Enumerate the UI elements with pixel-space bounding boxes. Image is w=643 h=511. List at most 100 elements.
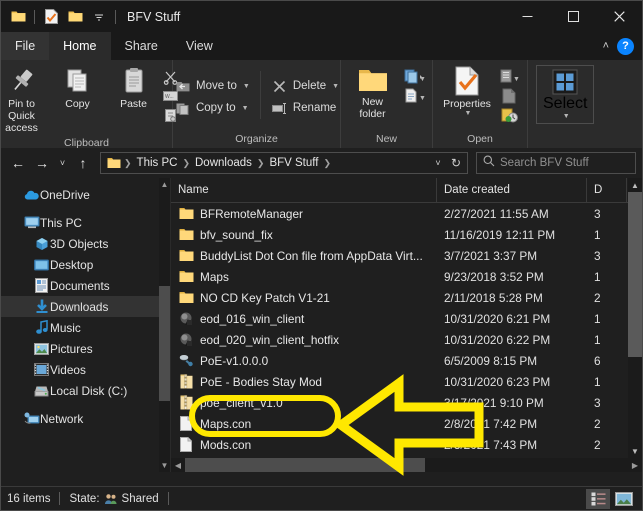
table-row[interactable]: BuddyList Dot Con file from AppData Virt… — [171, 245, 642, 266]
breadcrumb-sep-2[interactable]: ❯ — [256, 158, 266, 169]
move-to-dropdown-icon[interactable]: ▼ — [243, 83, 250, 90]
collapse-ribbon-icon[interactable]: ˄ — [603, 40, 609, 52]
folder-icon[interactable] — [7, 6, 29, 28]
sidebar-item-onedrive[interactable]: OneDrive — [1, 184, 170, 205]
sidebar-item-desktop[interactable]: Desktop — [1, 254, 170, 275]
large-icons-view-icon[interactable] — [612, 489, 636, 509]
new-folder-button[interactable]: New folder — [345, 63, 401, 123]
vscroll-up-icon[interactable]: ▲ — [628, 178, 642, 192]
tab-view[interactable]: View — [172, 32, 227, 60]
table-row[interactable]: NO CD Key Patch V1-21 2/11/2018 5:28 PM 2 — [171, 287, 642, 308]
tab-file[interactable]: File — [1, 32, 50, 60]
table-row[interactable]: BFRemoteManager 2/27/2021 11:55 AM 3 — [171, 203, 642, 224]
search-box[interactable]: Search BFV Stuff — [476, 152, 636, 174]
breadcrumb-sep-1[interactable]: ❯ — [181, 158, 191, 169]
sidebar-item-this-pc[interactable]: This PC — [1, 212, 170, 233]
sidebar-scroll-down-icon[interactable]: ▼ — [161, 459, 169, 472]
move-to-button[interactable]: Move to ▼ — [170, 75, 254, 97]
copy-button[interactable]: Copy — [50, 63, 106, 113]
breadcrumb[interactable]: ❯ This PC ❯ Downloads ❯ BFV Stuff ❯ ˅ ↻ — [100, 152, 468, 174]
details-view-icon[interactable] — [586, 488, 610, 509]
sidebar-item-network[interactable]: Network — [1, 408, 170, 429]
table-row[interactable]: eod_016_win_client 10/31/2020 6:21 PM 1 — [171, 308, 642, 329]
maximize-button[interactable] — [550, 1, 596, 32]
file-name-cell[interactable]: NO CD Key Patch V1-21 — [171, 290, 437, 306]
file-list-horizontal-scrollbar[interactable]: ◀ ▶ — [171, 458, 642, 472]
history-icon[interactable] — [497, 106, 523, 124]
edit-icon[interactable] — [497, 87, 523, 105]
sidebar-scroll-up-icon[interactable]: ▲ — [161, 178, 169, 191]
table-row[interactable]: Maps 9/23/2018 3:52 PM 1 — [171, 266, 642, 287]
tab-home[interactable]: Home — [49, 32, 111, 60]
sidebar-scroll-track[interactable] — [159, 191, 170, 459]
file-name-cell[interactable]: BFRemoteManager — [171, 206, 437, 222]
paste-button[interactable]: Paste — [106, 63, 162, 113]
breadcrumb-downloads[interactable]: Downloads — [191, 157, 256, 169]
new-item-icon[interactable]: ▼ — [401, 68, 429, 86]
rename-button[interactable]: Rename — [267, 97, 343, 119]
sidebar-item-videos[interactable]: Videos — [1, 359, 170, 380]
hscroll-left-icon[interactable]: ◀ — [171, 461, 185, 470]
help-icon[interactable]: ? — [617, 37, 634, 55]
properties-icon[interactable] — [40, 6, 62, 28]
sidebar-item-documents[interactable]: Documents — [1, 275, 170, 296]
table-row[interactable]: PoE - Bodies Stay Mod 10/31/2020 6:23 PM 1 — [171, 371, 642, 392]
properties-button[interactable]: Properties ▼ — [437, 63, 497, 120]
sidebar-scroll-thumb[interactable] — [159, 286, 170, 401]
table-row[interactable]: bfv_sound_fix 11/16/2019 12:11 PM 1 — [171, 224, 642, 245]
breadcrumb-this-pc[interactable]: This PC — [133, 157, 182, 169]
file-name-cell[interactable]: eod_016_win_client — [171, 311, 437, 327]
file-name-cell[interactable]: Maps.con — [171, 416, 437, 432]
table-row[interactable]: PoE-v1.0.0.0 6/5/2009 8:15 PM 6 — [171, 350, 642, 371]
customize-dropdown-icon[interactable] — [88, 6, 110, 28]
table-row[interactable]: poe_client_v1.0 3/17/2021 9:10 PM 3 — [171, 392, 642, 413]
pin-to-quick-access-button[interactable]: Pin to Quick access — [1, 63, 50, 137]
file-name-cell[interactable]: poe_client_v1.0 — [171, 395, 437, 411]
sidebar-item-music[interactable]: Music — [1, 317, 170, 338]
column-header-name[interactable]: Name — [171, 178, 437, 203]
search-input[interactable]: Search BFV Stuff — [500, 157, 589, 169]
vscroll-thumb[interactable] — [628, 192, 642, 357]
address-dropdown-icon[interactable]: ˅ — [429, 158, 447, 168]
file-name-cell[interactable]: BuddyList Dot Con file from AppData Virt… — [171, 248, 437, 264]
copy-to-dropdown-icon[interactable]: ▼ — [242, 105, 249, 112]
delete-dropdown-icon[interactable]: ▼ — [332, 83, 339, 90]
select-button[interactable]: Select ▼ — [536, 65, 595, 124]
new-folder-icon[interactable] — [64, 6, 86, 28]
properties-dropdown-icon[interactable]: ▼ — [465, 110, 472, 117]
breadcrumb-sep-3[interactable]: ❯ — [322, 158, 332, 169]
refresh-icon[interactable]: ↻ — [447, 156, 465, 170]
file-name-cell[interactable]: bfv_sound_fix — [171, 227, 437, 243]
breadcrumb-bfv-stuff[interactable]: BFV Stuff — [265, 157, 322, 169]
column-header-date-created[interactable]: Date created — [437, 178, 587, 203]
file-name-cell[interactable]: Mods.con — [171, 437, 437, 453]
sidebar-scrollbar[interactable]: ▲ ▼ — [159, 178, 170, 472]
table-row[interactable]: Mods.con 2/3/2021 7:43 PM 2 — [171, 434, 642, 455]
file-name-cell[interactable]: Maps — [171, 269, 437, 285]
select-dropdown-icon[interactable]: ▼ — [563, 113, 570, 120]
file-name-cell[interactable]: eod_020_win_client_hotfix — [171, 332, 437, 348]
copy-to-button[interactable]: Copy to ▼ — [170, 97, 254, 119]
hscroll-thumb[interactable] — [185, 458, 425, 472]
up-button[interactable]: ↑ — [72, 152, 94, 174]
sidebar-item-pictures[interactable]: Pictures — [1, 338, 170, 359]
hscroll-right-icon[interactable]: ▶ — [628, 461, 642, 470]
delete-button[interactable]: Delete ▼ — [267, 75, 343, 97]
tab-share[interactable]: Share — [111, 32, 172, 60]
column-header-date-modified[interactable]: D — [587, 178, 627, 203]
forward-button[interactable]: → — [31, 152, 53, 174]
table-row[interactable]: eod_020_win_client_hotfix 10/31/2020 6:22… — [171, 329, 642, 350]
close-button[interactable] — [596, 1, 642, 32]
sidebar-item-downloads[interactable]: Downloads — [1, 296, 170, 317]
recent-locations-button[interactable]: ˅ — [55, 152, 70, 174]
minimize-button[interactable] — [504, 1, 550, 32]
file-name-cell[interactable]: PoE - Bodies Stay Mod — [171, 374, 437, 390]
easy-access-icon[interactable]: ▼ — [401, 87, 429, 105]
table-row[interactable]: Maps.con 2/8/2021 7:42 PM 2 — [171, 413, 642, 434]
file-name-cell[interactable]: PoE-v1.0.0.0 — [171, 353, 437, 369]
file-list-vertical-scrollbar[interactable]: ▲ ▼ — [628, 178, 642, 472]
open-icon[interactable]: ▼ — [497, 68, 523, 86]
hscroll-track[interactable] — [185, 458, 628, 472]
sidebar-item-3d-objects[interactable]: 3D Objects — [1, 233, 170, 254]
back-button[interactable]: ← — [7, 152, 29, 174]
